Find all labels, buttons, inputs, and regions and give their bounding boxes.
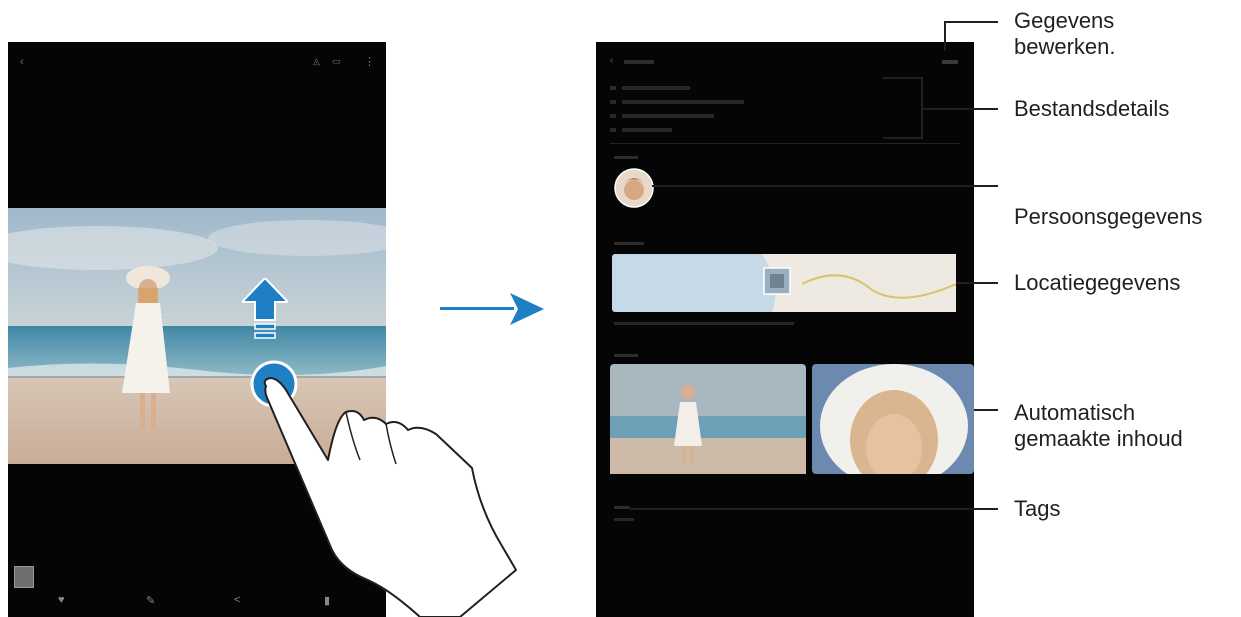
callout-line-location [956, 282, 998, 284]
hand-pointer-icon [250, 360, 517, 617]
auto-content-story[interactable] [610, 364, 806, 474]
auto-content-portrait[interactable] [812, 364, 974, 474]
callout-line-person [652, 185, 998, 187]
tags-section-label [614, 506, 630, 509]
callout-edit-details-line2: bewerken. [1014, 34, 1116, 59]
callout-file-details: Bestandsdetails [1014, 96, 1170, 121]
back-icon[interactable]: ‹ [20, 56, 24, 68]
callout-line-tags [630, 508, 998, 510]
callout-line-edit [944, 21, 998, 23]
callout-location-info: Locatiegegevens [1014, 270, 1181, 295]
divider [610, 143, 960, 144]
callout-line-file [923, 108, 998, 110]
details-screen: ‹ [596, 42, 974, 617]
share-screen-icon[interactable]: ▭ [332, 56, 341, 67]
bracket-top [883, 77, 923, 79]
back-icon[interactable]: ‹ [610, 55, 613, 66]
callout-tags: Tags [1014, 496, 1061, 521]
location-map[interactable] [612, 254, 956, 312]
arrow-right-icon [440, 293, 544, 325]
arrow-up-icon [242, 278, 288, 339]
person-avatar[interactable] [614, 168, 654, 208]
favorite-icon[interactable]: ♥ [58, 594, 65, 606]
stories-section-label [614, 354, 638, 357]
camera-info-row [622, 128, 672, 132]
callout-line-edit-vertical [944, 21, 946, 51]
callout-edit-details: Gegevens bewerken. [1014, 8, 1116, 60]
callout-person-info: Persoonsgegevens [1014, 204, 1203, 229]
thumbnail[interactable] [14, 566, 34, 588]
people-section-label [614, 156, 638, 159]
file-path-row [622, 114, 714, 118]
more-options-icon[interactable]: ⋮ [364, 55, 375, 68]
callout-auto-content-line2: gemaakte inhoud [1014, 426, 1183, 451]
callout-line-auto-content [974, 409, 998, 411]
callout-edit-details-line1: Gegevens [1014, 8, 1115, 33]
tags-value [614, 518, 634, 521]
screen-title [624, 60, 654, 64]
file-date-row [622, 86, 690, 90]
file-size-row [622, 100, 744, 104]
bixby-vision-icon[interactable]: ◬ [313, 56, 320, 67]
edit-icon[interactable]: ✎ [146, 594, 155, 607]
location-address [614, 322, 794, 325]
callout-auto-content: Automatisch gemaakte inhoud [1014, 400, 1183, 452]
edit-button[interactable] [942, 60, 958, 64]
bracket-bottom [883, 137, 923, 139]
location-section-label [614, 242, 644, 245]
callout-auto-content-line1: Automatisch [1014, 400, 1136, 425]
